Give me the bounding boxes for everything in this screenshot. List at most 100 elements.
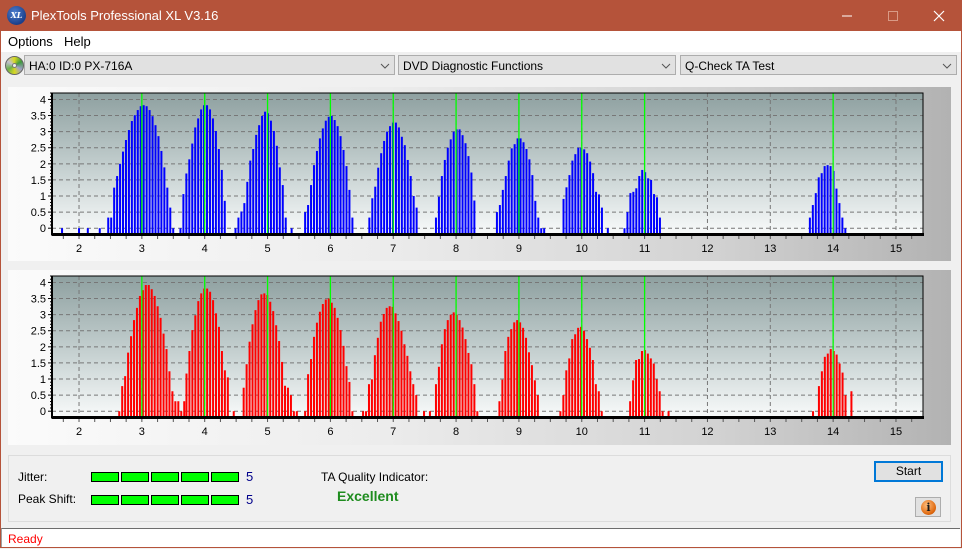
histogram-bar [464,339,467,417]
chevron-down-icon [942,63,952,69]
histogram-bar [632,380,635,417]
histogram-bar [275,325,278,417]
minimize-button[interactable] [824,0,870,31]
peak-shift-chart: 0 0.5 1 1.5 2 2.5 3 3.5 4 2 3 4 5 6 7 8 9 10 11 12 13 14 15 [31,275,924,438]
x-tick-label: 14 [827,243,839,255]
histogram-bar [562,395,565,417]
histogram-bar [278,341,281,417]
histogram-bar [594,384,597,417]
info-icon: i [921,500,936,515]
x-tick-label: 15 [890,243,902,255]
x-tick-label: 6 [327,243,333,255]
histogram-bar [507,160,510,234]
histogram-bar [537,217,540,234]
histogram-bar [160,150,163,234]
histogram-bar [811,205,814,234]
y-tick-label: 1.5 [31,175,46,187]
histogram-bar [177,401,180,417]
histogram-bar [275,145,278,234]
histogram-bar [577,147,580,234]
histogram-bar [135,307,138,417]
peak-shift-score: 5 [246,492,254,507]
histogram-bar [600,207,603,234]
histogram-bar [820,173,823,234]
histogram-bar [525,149,528,234]
histogram-bar [237,217,240,234]
x-tick-label: 3 [139,426,145,438]
histogram-bar [443,159,446,234]
histogram-bar [183,401,186,417]
minimize-icon [842,15,852,16]
histogram-bar [348,189,351,234]
histogram-bar [281,361,284,417]
histogram-bar [844,395,847,417]
histogram-bar [458,320,461,417]
function-select[interactable]: DVD Diagnostic Functions [398,55,676,75]
menu-help[interactable]: Help [64,34,91,49]
jitter-chart: 0 0.5 1 1.5 2 2.5 3 3.5 4 2 3 4 5 6 7 8 9 10 11 12 13 14 15 [31,92,924,255]
histogram-bar [286,387,289,417]
title-bar: XL PlexTools Professional XL V3.16 [0,0,962,31]
histogram-bar [226,377,229,417]
histogram-bar [127,130,130,234]
histogram-bar [635,188,638,234]
drive-select[interactable]: HA:0 ID:0 PX-716A [24,55,395,75]
histogram-bar [406,159,409,234]
histogram-bar [368,217,371,234]
histogram-bar [154,125,157,234]
histogram-bar [562,198,565,234]
histogram-bar [533,380,536,417]
close-button[interactable] [916,0,962,31]
histogram-bar [251,324,254,417]
histogram-bar [333,307,336,417]
histogram-bar [377,167,380,234]
histogram-bar [345,366,348,417]
peak-shift-meter [91,495,239,505]
led-segment [211,472,239,482]
histogram-bar [136,110,139,234]
histogram-bar [574,154,577,234]
histogram-bar [527,352,530,417]
histogram-bar [127,352,130,417]
start-button[interactable]: Start [874,461,943,482]
histogram-bar [217,149,220,234]
histogram-bar [504,176,507,234]
menu-options[interactable]: Options [8,34,53,49]
histogram-bar [168,371,171,417]
histogram-bar [307,374,310,417]
histogram-bar [817,177,820,234]
histogram-bar [826,165,829,234]
histogram-bar [655,197,658,234]
histogram-bar [434,384,437,417]
x-tick-label: 9 [516,426,522,438]
histogram-bar [823,356,826,417]
histogram-bar [194,315,197,417]
histogram-bar [324,299,327,417]
histogram-bar [345,166,348,234]
histogram-bar [501,189,504,234]
histogram-bar [182,194,185,234]
histogram-bar [406,355,409,417]
info-button[interactable]: i [915,497,941,517]
histogram-bar [461,135,464,234]
histogram-bar [272,311,275,417]
histogram-bar [817,386,820,417]
histogram-bar [209,291,212,417]
x-tick-label: 2 [76,243,82,255]
histogram-bar [446,147,449,234]
x-tick-label: 13 [764,243,776,255]
maximize-button[interactable] [870,0,916,31]
histogram-bar [470,172,473,234]
histogram-bar [841,217,844,234]
histogram-bar [638,176,641,234]
histogram-bar [243,203,246,234]
histogram-bar [415,395,418,417]
histogram-bar [156,306,159,417]
histogram-bar [153,295,156,417]
histogram-bar [467,352,470,417]
histogram-bar [119,163,122,234]
histogram-bar [281,185,284,234]
histogram-bar [217,326,220,417]
histogram-bar [188,159,191,234]
test-select[interactable]: Q-Check TA Test [680,55,957,75]
